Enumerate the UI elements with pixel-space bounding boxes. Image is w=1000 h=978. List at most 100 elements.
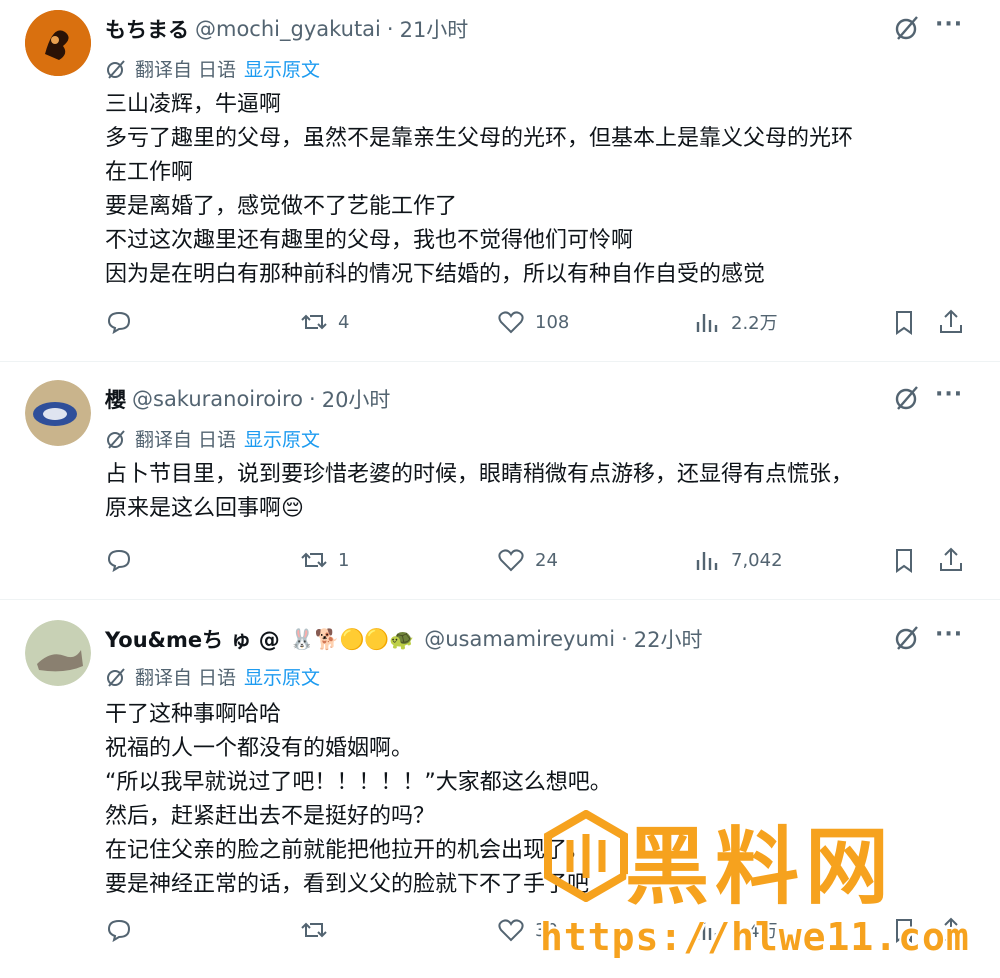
separator-dot: · bbox=[386, 17, 394, 41]
share-button[interactable] bbox=[937, 546, 965, 574]
action-bar: 30 2.4万 bbox=[105, 916, 975, 950]
post-line: 在工作啊 bbox=[105, 160, 194, 185]
views-button[interactable]: 2.2万 bbox=[693, 308, 778, 336]
grok-icon[interactable] bbox=[893, 624, 921, 652]
bookmark-button[interactable] bbox=[890, 546, 918, 574]
separator-dot: · bbox=[621, 627, 628, 651]
action-bar: 4 108 2.2万 bbox=[105, 308, 975, 342]
reply-icon bbox=[107, 919, 131, 943]
translate-icon bbox=[107, 429, 125, 449]
retweet-icon bbox=[301, 552, 327, 568]
author-handle[interactable]: @mochi_gyakutai bbox=[195, 17, 381, 41]
action-bar: 1 24 7,042 bbox=[105, 546, 975, 580]
author-handle[interactable]: @usamamireyumi bbox=[424, 627, 615, 651]
retweet-button[interactable]: 4 bbox=[300, 308, 349, 336]
post-line: 因为是在明白有那种前科的情况下结婚的，所以有种自作自受的感觉 bbox=[105, 262, 766, 287]
more-options-icon[interactable]: ··· bbox=[935, 382, 963, 407]
share-icon bbox=[940, 309, 962, 333]
like-count: 108 bbox=[535, 311, 570, 333]
bookmark-button[interactable] bbox=[890, 308, 918, 336]
post-line: 要是神经正常的话，看到义父的脸就下不了手了吧 bbox=[105, 872, 590, 897]
avatar[interactable] bbox=[25, 10, 91, 76]
retweet-icon bbox=[301, 314, 327, 330]
avatar[interactable] bbox=[25, 380, 91, 446]
post-line: “所以我早就说过了吧！！！！！”大家都这么想吧。 bbox=[105, 770, 612, 795]
show-original-link[interactable]: 显示原文 bbox=[244, 663, 320, 690]
like-count: 24 bbox=[535, 549, 558, 571]
post-line: 要是离婚了，感觉做不了艺能工作了 bbox=[105, 194, 458, 219]
post-line: 不过这次趣里还有趣里的父母，我也不觉得他们可怜啊 bbox=[105, 228, 634, 253]
post-header: もちまる @mochi_gyakutai · 21小时 bbox=[105, 14, 468, 44]
view-count: 2.2万 bbox=[731, 313, 778, 334]
post-header: You&meち ゅ @ 🐰🐕🟡🟡🐢 @usamamireyumi · 22小时 bbox=[105, 624, 703, 654]
post-line: 祝福的人一个都没有的婚姻啊。 bbox=[105, 736, 414, 761]
author-name[interactable]: 櫻 bbox=[105, 384, 126, 414]
reply-icon bbox=[107, 311, 131, 335]
grok-icon[interactable] bbox=[893, 384, 921, 412]
author-name[interactable]: もちまる bbox=[105, 14, 189, 44]
post-3[interactable]: You&meち ゅ @ 🐰🐕🟡🟡🐢 @usamamireyumi · 22小时 … bbox=[0, 600, 1000, 978]
show-original-link[interactable]: 显示原文 bbox=[244, 425, 320, 452]
reply-button[interactable] bbox=[105, 546, 143, 574]
post-time[interactable]: 20小时 bbox=[322, 384, 391, 414]
avatar-image bbox=[25, 380, 91, 446]
avatar-image bbox=[25, 10, 91, 76]
bookmark-icon bbox=[896, 549, 912, 573]
post-text: 干了这种事啊哈哈 祝福的人一个都没有的婚姻啊。 “所以我早就说过了吧！！！！！”… bbox=[105, 698, 612, 902]
translate-icon bbox=[107, 667, 125, 687]
retweet-button[interactable] bbox=[300, 916, 338, 944]
post-header: 櫻 @sakuranoiroiro · 20小时 bbox=[105, 384, 390, 414]
separator-dot: · bbox=[309, 387, 316, 411]
post-text: 三山凌辉，牛逼啊 多亏了趣里的父母，虽然不是靠亲生父母的光环，但基本上是靠义父母… bbox=[105, 88, 853, 292]
retweet-icon bbox=[301, 922, 327, 938]
share-icon bbox=[940, 547, 962, 571]
reply-button[interactable] bbox=[105, 308, 143, 336]
view-count: 2.4万 bbox=[731, 921, 778, 942]
post-time[interactable]: 22小时 bbox=[634, 624, 703, 654]
views-button[interactable]: 7,042 bbox=[693, 546, 783, 574]
post-1[interactable]: もちまる @mochi_gyakutai · 21小时 ··· 翻译自 日语 显… bbox=[0, 0, 1000, 360]
post-line: 然后，赶紧赶出去不是挺好的吗？ bbox=[105, 804, 436, 829]
bookmark-button[interactable] bbox=[890, 916, 918, 944]
translated-from-label: 翻译自 日语 bbox=[135, 667, 237, 689]
share-button[interactable] bbox=[937, 308, 965, 336]
share-button[interactable] bbox=[937, 916, 965, 944]
heart-icon bbox=[498, 311, 524, 334]
share-icon bbox=[940, 917, 962, 941]
translation-bar: 翻译自 日语 显示原文 bbox=[105, 663, 320, 690]
bookmark-icon bbox=[896, 919, 912, 943]
retweet-button[interactable]: 1 bbox=[300, 546, 349, 574]
like-count: 30 bbox=[535, 919, 558, 941]
like-button[interactable]: 24 bbox=[497, 546, 558, 574]
grok-icon[interactable] bbox=[893, 14, 921, 42]
post-line: 干了这种事啊哈哈 bbox=[105, 702, 282, 727]
heart-icon bbox=[498, 919, 524, 942]
retweet-count: 4 bbox=[338, 311, 350, 333]
views-icon bbox=[696, 314, 718, 332]
author-emojis: 🐰🐕🟡🟡🐢 bbox=[289, 627, 415, 651]
avatar[interactable] bbox=[25, 620, 91, 686]
more-options-icon[interactable]: ··· bbox=[935, 622, 963, 647]
translated-from-label: 翻译自 日语 bbox=[135, 429, 237, 451]
author-name[interactable]: You&meち ゅ @ bbox=[105, 624, 280, 654]
translation-bar: 翻译自 日语 显示原文 bbox=[105, 55, 320, 82]
views-button[interactable]: 2.4万 bbox=[693, 916, 778, 944]
post-line: 多亏了趣里的父母，虽然不是靠亲生父母的光环，但基本上是靠义父母的光环 bbox=[105, 126, 854, 151]
translation-bar: 翻译自 日语 显示原文 bbox=[105, 425, 320, 452]
translated-from-label: 翻译自 日语 bbox=[135, 59, 237, 81]
post-2[interactable]: 櫻 @sakuranoiroiro · 20小时 ··· 翻译自 日语 显示原文… bbox=[0, 362, 1000, 598]
reply-icon bbox=[107, 549, 131, 573]
views-icon bbox=[696, 552, 718, 570]
author-handle[interactable]: @sakuranoiroiro bbox=[132, 387, 303, 411]
heart-icon bbox=[498, 549, 524, 572]
avatar-image bbox=[25, 620, 91, 686]
show-original-link[interactable]: 显示原文 bbox=[244, 55, 320, 82]
post-time[interactable]: 21小时 bbox=[400, 14, 469, 44]
reply-button[interactable] bbox=[105, 916, 143, 944]
like-button[interactable]: 30 bbox=[497, 916, 558, 944]
post-line: 在记住父亲的脸之前就能把他拉开的机会出现了， bbox=[105, 838, 590, 863]
post-line: 占卜节目里，说到要珍惜老婆的时候，眼睛稍微有点游移，还显得有点慌张， bbox=[105, 462, 854, 487]
bookmark-icon bbox=[896, 311, 912, 335]
more-options-icon[interactable]: ··· bbox=[935, 12, 963, 37]
like-button[interactable]: 108 bbox=[497, 308, 569, 336]
